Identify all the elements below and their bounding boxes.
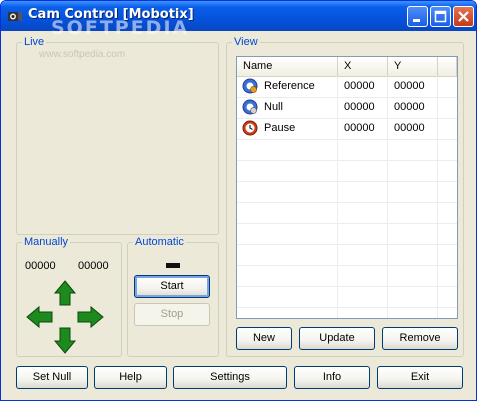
down-arrow-icon[interactable]: [53, 327, 77, 354]
manual-x-readout: 00000: [25, 260, 56, 272]
minimize-icon: [413, 19, 420, 22]
manual-y-readout: 00000: [78, 260, 109, 272]
set-null-button[interactable]: Set Null: [16, 366, 88, 389]
settings-button[interactable]: Settings: [173, 366, 287, 389]
column-y[interactable]: Y: [388, 57, 438, 76]
view-label: View: [232, 35, 260, 49]
exit-button[interactable]: Exit: [377, 366, 463, 389]
maximize-button[interactable]: [430, 6, 451, 27]
manually-label: Manually: [22, 235, 71, 249]
right-arrow-icon[interactable]: [77, 305, 104, 329]
help-button[interactable]: Help: [94, 366, 167, 389]
pause-icon: [242, 120, 258, 136]
status-indicator: [166, 263, 180, 268]
app-window: Cam Control [Mobotix] SOFTPEDIA Live www…: [0, 0, 477, 401]
live-group: Live www.softpedia.com: [16, 35, 219, 235]
minimize-button[interactable]: [407, 6, 428, 27]
watermark-text: SOFTPEDIA: [51, 17, 190, 39]
reference-icon: [242, 78, 258, 94]
left-arrow-icon[interactable]: [26, 305, 53, 329]
close-icon: [458, 11, 469, 22]
list-item[interactable]: Null 00000 00000: [237, 97, 457, 118]
live-watermark: www.softpedia.com: [39, 49, 126, 60]
update-button[interactable]: Update: [299, 327, 375, 350]
column-filler: [438, 57, 457, 76]
up-arrow-icon[interactable]: [53, 280, 77, 306]
new-button[interactable]: New: [236, 327, 292, 350]
column-x[interactable]: X: [338, 57, 388, 76]
column-name[interactable]: Name: [237, 57, 338, 76]
list-header: Name X Y: [237, 57, 457, 77]
live-label: Live: [22, 35, 47, 49]
close-button[interactable]: [453, 6, 474, 27]
automatic-group: Automatic: [127, 235, 219, 357]
start-button[interactable]: Start: [134, 275, 210, 298]
stop-button[interactable]: Stop: [134, 303, 210, 326]
direction-pad: [26, 280, 104, 354]
maximize-icon: [434, 10, 447, 23]
positions-list[interactable]: Name X Y Reference 00000 00000 Null 0000…: [236, 56, 458, 319]
list-item[interactable]: Reference 00000 00000: [237, 76, 457, 97]
null-icon: [242, 99, 258, 115]
remove-button[interactable]: Remove: [382, 327, 458, 350]
list-item[interactable]: Pause 00000 00000: [237, 118, 457, 139]
automatic-label: Automatic: [133, 235, 186, 249]
app-icon: [8, 11, 22, 22]
info-button[interactable]: Info: [294, 366, 370, 389]
title-bar[interactable]: Cam Control [Mobotix] SOFTPEDIA: [1, 1, 476, 39]
